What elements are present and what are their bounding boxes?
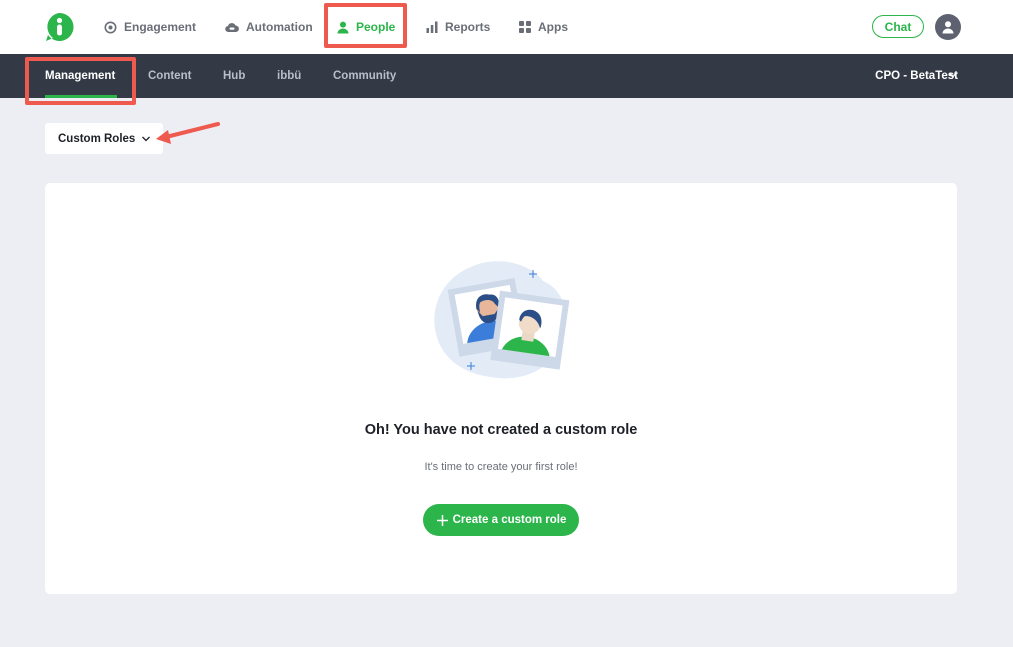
people-photos-illustration xyxy=(434,261,570,379)
empty-state-subtitle: It's time to create your first role! xyxy=(424,461,578,473)
user-avatar[interactable] xyxy=(935,14,961,40)
nav-reports[interactable]: Reports xyxy=(426,15,490,39)
account-switcher[interactable]: CPO - BetaTest xyxy=(875,54,958,98)
dropdown-selected-value: Custom Roles xyxy=(58,132,136,145)
nav-automation[interactable]: Automation xyxy=(225,15,313,39)
create-custom-role-button[interactable]: Create a custom role xyxy=(423,504,579,536)
chat-button[interactable]: Chat xyxy=(872,15,924,38)
tab-community[interactable]: Community xyxy=(333,54,396,98)
create-custom-role-label: Create a custom role xyxy=(452,514,567,526)
plus-icon xyxy=(436,514,448,526)
active-tab-indicator xyxy=(45,95,117,98)
grid-icon xyxy=(519,21,531,33)
user-icon xyxy=(942,21,954,34)
sub-navigation: Management Content Hub ibbü Community CP… xyxy=(0,54,1013,98)
tab-hub[interactable]: Hub xyxy=(223,54,245,98)
empty-state-title: Oh! You have not created a custom role xyxy=(364,422,638,438)
bar-chart-icon xyxy=(426,21,438,33)
nav-automation-label: Automation xyxy=(246,20,313,34)
empty-state-card: Oh! You have not created a custom role I… xyxy=(45,183,957,594)
chevron-down-icon[interactable] xyxy=(948,71,958,79)
role-type-dropdown[interactable]: Custom Roles xyxy=(45,123,163,154)
tab-management[interactable]: Management xyxy=(45,54,115,98)
top-navigation: Engagement Automation People Reports App… xyxy=(0,0,1013,54)
nav-engagement[interactable]: Engagement xyxy=(104,15,196,39)
cloud-icon xyxy=(225,22,239,32)
app-logo-icon[interactable] xyxy=(44,12,74,42)
nav-apps[interactable]: Apps xyxy=(519,15,568,39)
nav-reports-label: Reports xyxy=(445,20,491,34)
nav-engagement-label: Engagement xyxy=(124,20,197,34)
nav-people[interactable]: People xyxy=(337,15,395,39)
annotation-arrow-icon xyxy=(156,122,220,144)
tab-content[interactable]: Content xyxy=(148,54,191,98)
target-icon xyxy=(104,21,117,33)
person-icon xyxy=(337,21,349,33)
nav-apps-label: Apps xyxy=(538,20,568,34)
nav-people-label: People xyxy=(356,20,396,34)
tab-ibbu[interactable]: ibbü xyxy=(277,54,301,98)
